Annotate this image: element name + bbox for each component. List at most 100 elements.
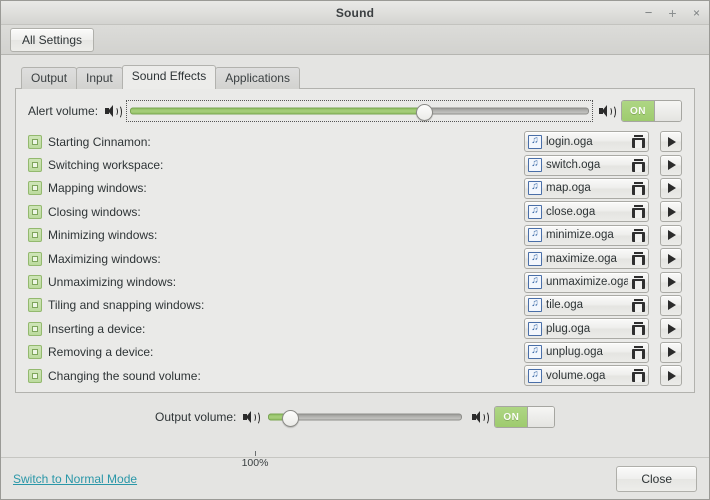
sound-effect-row: Mapping windows: map.oga <box>28 177 682 200</box>
alert-volume-slider[interactable] <box>127 101 592 121</box>
play-button[interactable] <box>660 365 682 386</box>
sound-effect-checkbox[interactable] <box>28 135 42 149</box>
close-button[interactable]: Close <box>616 466 697 492</box>
sound-effect-label: Mapping windows: <box>48 181 147 195</box>
music-note-icon <box>528 275 542 289</box>
alert-toggle-knob <box>654 101 681 121</box>
tab-applications[interactable]: Applications <box>215 67 300 89</box>
open-file-icon[interactable] <box>632 135 645 148</box>
sound-file-chooser[interactable]: login.oga <box>524 131 649 152</box>
sound-effect-checkbox[interactable] <box>28 252 42 266</box>
play-button[interactable] <box>660 131 682 152</box>
slider-handle[interactable] <box>416 104 433 121</box>
play-icon <box>668 300 676 310</box>
music-note-icon <box>528 369 542 383</box>
output-toggle-knob <box>527 407 554 427</box>
speaker-max-icon <box>599 104 614 118</box>
play-button[interactable] <box>660 225 682 246</box>
sound-file-name: switch.oga <box>546 159 628 171</box>
close-icon[interactable]: × <box>690 6 703 19</box>
sound-file-name: unmaximize.oga <box>546 276 628 288</box>
all-settings-button[interactable]: All Settings <box>10 28 94 52</box>
open-file-icon[interactable] <box>632 322 645 335</box>
open-file-icon[interactable] <box>632 182 645 195</box>
alert-toggle-on-label: ON <box>622 101 654 121</box>
sound-effect-checkbox[interactable] <box>28 322 42 336</box>
tab-sound-effects[interactable]: Sound Effects <box>122 65 217 89</box>
play-button[interactable] <box>660 272 682 293</box>
sound-file-chooser[interactable]: minimize.oga <box>524 225 649 246</box>
sound-effect-checkbox[interactable] <box>28 158 42 172</box>
output-speaker-icon <box>243 410 258 424</box>
play-button[interactable] <box>660 318 682 339</box>
sound-effect-checkbox[interactable] <box>28 298 42 312</box>
tab-output[interactable]: Output <box>21 67 77 89</box>
open-file-icon[interactable] <box>632 159 645 172</box>
open-file-icon[interactable] <box>632 346 645 359</box>
open-file-icon[interactable] <box>632 205 645 218</box>
sound-file-name: map.oga <box>546 182 628 194</box>
sound-effect-row: Switching workspace: switch.oga <box>28 153 682 176</box>
play-icon <box>668 207 676 217</box>
sound-effect-row: Minimizing windows:minimize.oga <box>28 224 682 247</box>
sound-file-name: login.oga <box>546 136 628 148</box>
footer-bar: Switch to Normal Mode Close <box>1 457 709 499</box>
sound-effect-label: Changing the sound volume: <box>48 369 201 383</box>
sound-file-chooser[interactable]: unplug.oga <box>524 342 649 363</box>
output-volume-slider[interactable] <box>265 407 465 427</box>
sound-settings-window: Sound − + × All Settings Output Input So… <box>0 0 710 500</box>
switch-mode-link[interactable]: Switch to Normal Mode <box>13 472 137 486</box>
toolbar: All Settings <box>1 25 709 55</box>
play-button[interactable] <box>660 295 682 316</box>
open-file-icon[interactable] <box>632 252 645 265</box>
alert-volume-toggle[interactable]: ON <box>621 100 682 122</box>
sound-effects-list: Starting Cinnamon:login.ogaSwitching wor… <box>28 130 682 387</box>
sound-file-chooser[interactable]: maximize.oga <box>524 248 649 269</box>
sound-effect-row: Closing windows:close.oga <box>28 200 682 223</box>
play-icon <box>668 347 676 357</box>
sound-file-chooser[interactable]: plug.oga <box>524 318 649 339</box>
open-file-icon[interactable] <box>632 229 645 242</box>
play-button[interactable] <box>660 342 682 363</box>
sound-file-chooser[interactable]: close.oga <box>524 201 649 222</box>
play-icon <box>668 230 676 240</box>
play-button[interactable] <box>660 178 682 199</box>
play-button[interactable] <box>660 155 682 176</box>
sound-effect-checkbox[interactable] <box>28 369 42 383</box>
maximize-icon[interactable]: + <box>666 6 679 19</box>
sound-file-chooser[interactable]: switch.oga <box>524 155 649 176</box>
play-icon <box>668 371 676 381</box>
play-button[interactable] <box>660 201 682 222</box>
sound-effect-checkbox[interactable] <box>28 205 42 219</box>
play-icon <box>668 160 676 170</box>
output-volume-toggle[interactable]: ON <box>494 406 555 428</box>
sound-file-chooser[interactable]: volume.oga <box>524 365 649 386</box>
tab-input[interactable]: Input <box>76 67 123 89</box>
sound-effect-label: Switching workspace: <box>48 158 163 172</box>
play-button[interactable] <box>660 248 682 269</box>
music-note-icon <box>528 252 542 266</box>
music-note-icon <box>528 205 542 219</box>
open-file-icon[interactable] <box>632 299 645 312</box>
sound-effect-label: Unmaximizing windows: <box>48 275 176 289</box>
open-file-icon[interactable] <box>632 369 645 382</box>
sound-effect-checkbox[interactable] <box>28 345 42 359</box>
window-body: Output Input Sound Effects Applications … <box>1 55 709 457</box>
sound-effect-checkbox[interactable] <box>28 181 42 195</box>
sound-file-name: close.oga <box>546 206 628 218</box>
sound-effect-checkbox[interactable] <box>28 275 42 289</box>
sound-file-name: plug.oga <box>546 323 628 335</box>
output-slider-handle[interactable] <box>282 410 299 427</box>
sound-effect-label: Tiling and snapping windows: <box>48 298 204 312</box>
sound-file-name: volume.oga <box>546 370 628 382</box>
sound-effect-checkbox[interactable] <box>28 228 42 242</box>
sound-file-name: unplug.oga <box>546 346 628 358</box>
minimize-icon[interactable]: − <box>642 6 655 19</box>
sound-file-chooser[interactable]: map.oga <box>524 178 649 199</box>
sound-file-chooser[interactable]: tile.oga <box>524 295 649 316</box>
sound-file-name: tile.oga <box>546 299 628 311</box>
tab-bar: Output Input Sound Effects Applications <box>15 65 695 89</box>
sound-file-chooser[interactable]: unmaximize.oga <box>524 272 649 293</box>
open-file-icon[interactable] <box>632 276 645 289</box>
sound-effect-row: Removing a device:unplug.oga <box>28 341 682 364</box>
